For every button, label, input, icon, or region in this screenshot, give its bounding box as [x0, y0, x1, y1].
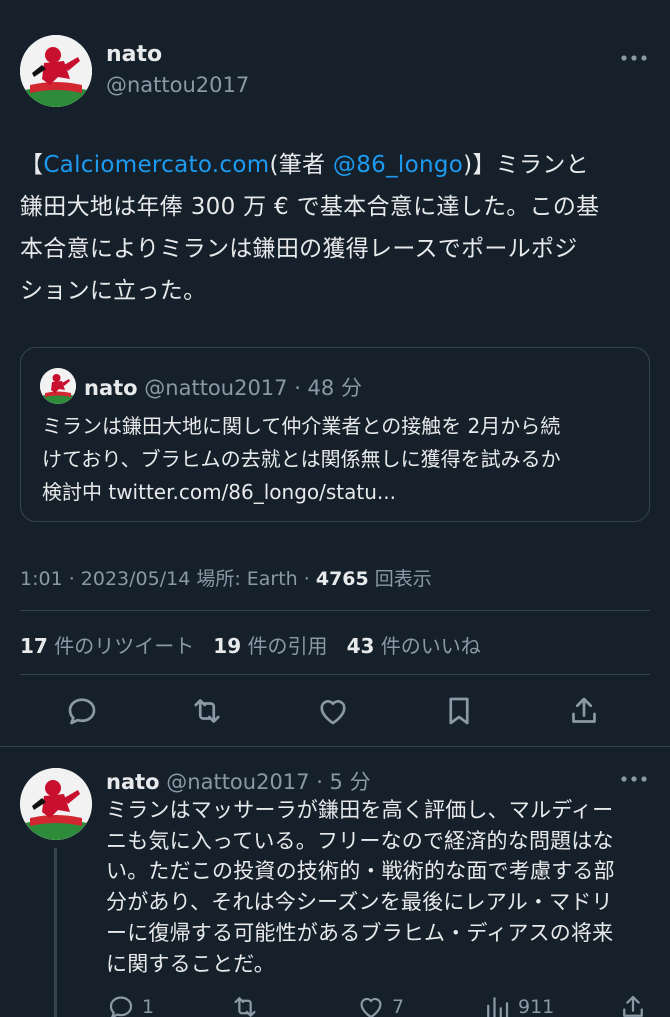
divider — [0, 746, 670, 747]
author-name[interactable]: nato — [106, 42, 162, 67]
reply-like-button[interactable]: 7 — [356, 992, 404, 1017]
reply-views-button[interactable]: 911 — [482, 992, 554, 1017]
quotes-label: 件の引用 — [241, 634, 328, 658]
text-line2: 鎌田大地は年俸 300 万 € で基本合意に達した。この基 — [20, 194, 600, 220]
quoted-author-handle: @nattou2017 — [144, 376, 288, 400]
reply-line4: 分があり、それは今シーズンを最後にレアル・マドリ — [106, 890, 613, 915]
share-upload-icon — [572, 697, 596, 723]
author-handle[interactable]: @nattou2017 — [106, 73, 249, 97]
divider — [20, 674, 650, 675]
reply-button[interactable] — [64, 693, 100, 729]
likes-count: 43 — [346, 634, 375, 658]
quotes-stat[interactable]: 19 件の引用 — [213, 634, 327, 658]
views-label: 回表示 — [368, 568, 432, 590]
author-suffix: )】 — [463, 152, 496, 178]
reply-view-count: 911 — [518, 996, 555, 1017]
tweet-meta: 1:01 · 2023/05/14 場所: Earth · 4765 回表示 — [20, 564, 432, 591]
quoted-time: · 48 分 — [287, 376, 362, 400]
reply-reply-button[interactable]: 1 — [106, 992, 154, 1017]
quoted-author-name: nato — [84, 376, 138, 400]
retweet-button[interactable] — [189, 693, 225, 729]
quoted-line1: ミランは鎌田大地に関して仲介業者との接触を 2月から続 — [42, 414, 561, 438]
retweets-stat[interactable]: 17 件のリツイート — [20, 634, 194, 658]
reply-count: 1 — [142, 996, 155, 1017]
heart-icon — [320, 700, 346, 725]
reply-author-name[interactable]: nato — [106, 770, 160, 794]
divider — [20, 610, 650, 611]
heart-icon — [360, 997, 382, 1017]
retweets-label: 件のリツイート — [47, 634, 195, 658]
share-button[interactable] — [566, 693, 602, 729]
share-upload-icon — [623, 995, 643, 1017]
thread-line — [54, 848, 57, 1017]
bookmark-icon — [449, 697, 469, 725]
reply-author-handle[interactable]: @nattou2017 — [166, 770, 309, 794]
likes-stat[interactable]: 43 件のいいね — [347, 634, 481, 658]
reply-header: nato @nattou2017 · 5 分 — [106, 766, 371, 796]
reply-line3: い。ただこの投資の技術的・戦術的な面で考慮する部 — [106, 859, 615, 884]
quoted-line2: けており、ブラヒムの去就とは関係無しに獲得を試みるか — [42, 447, 561, 471]
author-prefix: (筆者 — [269, 152, 333, 178]
bracket-open: 【 — [20, 152, 44, 178]
retweet-arrows-icon — [234, 997, 256, 1017]
engagement-stats: 17 件のリツイート 19 件の引用 43 件のいいね — [20, 630, 481, 659]
retweets-count: 17 — [20, 634, 48, 658]
tweet-text: 【Calciomercato.com(筆者 @86_longo)】ミランと 鎌田… — [20, 144, 655, 312]
quoted-tweet-card[interactable]: nato @nattou2017 · 48 分 ミランは鎌田大地に関して仲介業者… — [20, 347, 650, 522]
more-horizontal-icon[interactable] — [620, 52, 648, 64]
like-button[interactable] — [315, 693, 351, 729]
reply-line2: ニも気に入っている。フリーなので経済的な問題はな — [106, 828, 614, 853]
text-line1-rest: ミランと — [495, 152, 589, 178]
quoted-line3: 検討中 twitter.com/86_longo/statu... — [42, 480, 396, 504]
retweet-arrows-icon — [194, 699, 220, 723]
quotes-count: 19 — [213, 634, 242, 658]
bookmark-button[interactable] — [441, 693, 477, 729]
quoted-author-avatar — [40, 368, 76, 404]
reply-more-icon[interactable] — [620, 773, 648, 785]
reply-text: ミランはマッサーラが鎌田を高く評価し、マルディー ニも気に入っている。フリーなの… — [106, 795, 615, 979]
reply-line5: ーに復帰する可能性があるブラヒム・ディアスの将来 — [106, 920, 614, 945]
quoted-header: nato @nattou2017 · 48 分 — [84, 372, 362, 402]
chat-bubble-icon — [68, 698, 96, 725]
reply-line6: に関することだ。 — [106, 951, 275, 976]
chat-bubble-icon — [109, 996, 133, 1017]
reply-like-count: 7 — [392, 996, 405, 1017]
reply-author-avatar[interactable] — [20, 768, 92, 840]
text-line4: ションに立った。 — [20, 278, 207, 304]
text-line3: 本合意によりミランは鎌田の獲得レースでポールポジ — [20, 236, 578, 262]
reply-share-button[interactable] — [618, 992, 648, 1017]
likes-label: 件のいいね — [374, 634, 481, 658]
author-avatar[interactable] — [20, 35, 92, 107]
tweet-timestamp[interactable]: 1:01 · 2023/05/14 場所: Earth · — [20, 568, 316, 590]
views-count: 4765 — [315, 568, 369, 590]
mention-link[interactable]: @86_longo — [333, 152, 463, 178]
source-link[interactable]: Calciomercato.com — [43, 152, 269, 178]
reply-line1: ミランはマッサーラが鎌田を高く評価し、マルディー — [106, 798, 614, 822]
reply-retweet-button[interactable] — [230, 992, 260, 1017]
bar-chart-icon — [487, 997, 509, 1017]
reply-time[interactable]: · 5 分 — [310, 770, 370, 794]
